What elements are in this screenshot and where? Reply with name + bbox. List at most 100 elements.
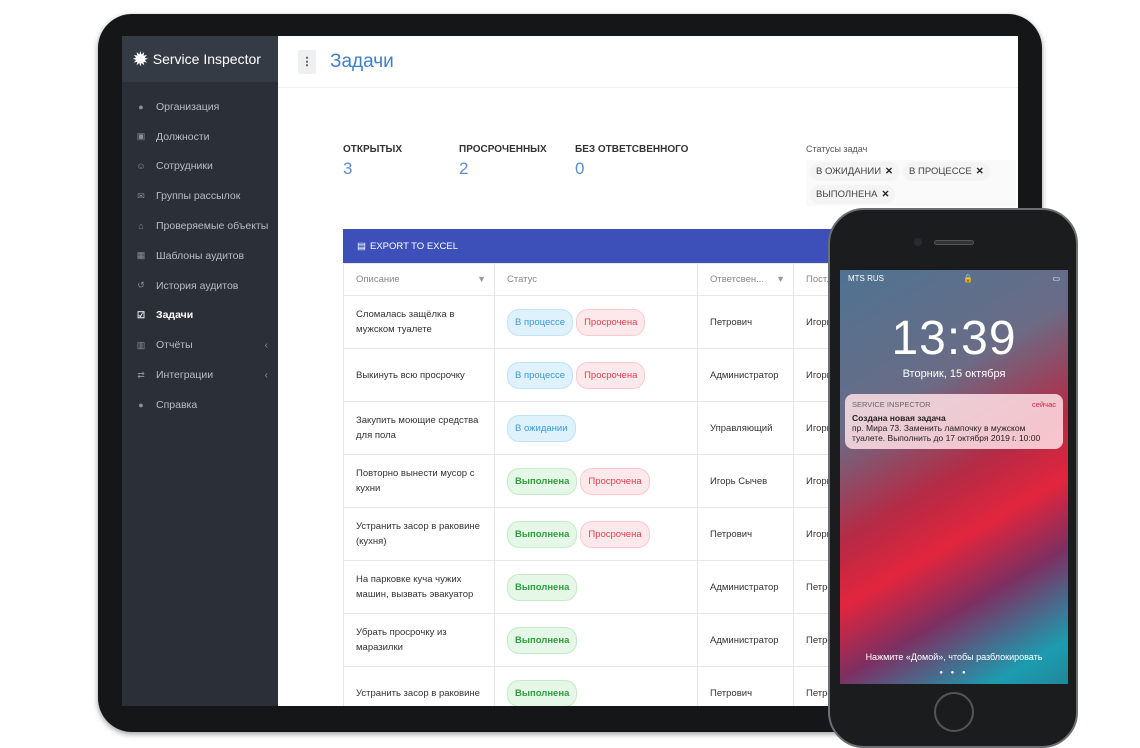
description-cell: Выкинуть всю просрочку (343, 348, 495, 402)
responsible-cell: Петрович (697, 666, 794, 706)
responsible-cell: Петрович (697, 507, 794, 561)
description-cell: На парковке куча чужих машин, вызвать эв… (343, 560, 495, 614)
status-badge: В процессе (507, 308, 574, 336)
notification-body: пр. Мира 73. Заменить лампочку в мужском… (852, 423, 1041, 443)
table-row[interactable]: Повторно вынести мусор с кухни Выполнена П… (343, 454, 884, 508)
sidebar-item-label: Организация (156, 100, 220, 113)
table-row[interactable]: Выкинуть всю просрочку В процессе Просроче… (343, 348, 884, 402)
status-chip: В ПРОЦЕССЕ ✕ (903, 162, 990, 181)
description-cell: Повторно вынести мусор с кухни (343, 454, 495, 508)
stat-value: 0 (575, 159, 585, 178)
sidebar-item-label: Шаблоны аудитов (156, 249, 245, 262)
sidebar-item[interactable]: ⇄ Интеграции ‹ (122, 360, 278, 390)
sidebar-item-label: Группы рассылок (156, 190, 241, 203)
sidebar-item[interactable]: ☑ Задачи (122, 301, 278, 331)
stat-value: 2 (459, 159, 469, 178)
carrier: MTS RUS (848, 274, 884, 283)
chip-label: ВЫПОЛНЕНА (816, 189, 878, 200)
table-row[interactable]: Сломалась защёлка в мужском туалете В про… (343, 295, 884, 349)
description-cell: Устранить засор в раковине (343, 666, 495, 706)
sidebar-item[interactable]: ⌂ Проверяемые объекты (122, 211, 278, 241)
status-badge: Выполнена (507, 626, 578, 654)
sidebar-item[interactable]: ↺ История аудитов (122, 271, 278, 301)
sidebar-item-label: Интеграции (156, 369, 214, 382)
notification[interactable]: SERVICE INSPECTOR сейчас Создана новая за… (845, 394, 1063, 449)
remove-chip-icon[interactable]: ✕ (882, 189, 890, 200)
responsible-cell: Администратор (697, 348, 794, 402)
sidebar-item[interactable]: ▦ Шаблоны аудитов (122, 241, 278, 271)
page-dots: ● ● ● (939, 670, 969, 676)
responsible-cell: Игорь Сычев (697, 454, 794, 508)
briefcase-icon: ▣ (136, 131, 146, 142)
responsible-cell: Управляющий (697, 401, 794, 455)
page-title: Задачи (330, 50, 394, 72)
topbar: ⋮ Задачи (278, 36, 1018, 88)
table-row[interactable]: На парковке куча чужих машин, вызвать эв… (343, 560, 884, 614)
sidebar-item[interactable]: ▥ Отчёты ‹ (122, 330, 278, 360)
sidebar-item-label: Сотрудники (156, 160, 213, 173)
table-toolbar: ▤ EXPORT TO EXCEL (343, 229, 883, 263)
camera (914, 238, 922, 246)
remove-chip-icon[interactable]: ✕ (976, 166, 984, 177)
status-cell: Выполнена (494, 613, 698, 667)
description-cell: Сломалась защёлка в мужском туалете (343, 295, 495, 349)
filter-icon[interactable]: ▼ (776, 274, 785, 284)
status-cell: Выполнена (494, 666, 698, 706)
status-badge: Выполнена (507, 520, 578, 548)
notification-time: сейчас (1032, 400, 1056, 409)
column-label: Описание (356, 274, 400, 285)
sidebar-item[interactable]: ▣ Должности (122, 122, 278, 152)
status-bar: MTS RUS 🔒 ▭ (840, 270, 1068, 287)
chip-label: В ОЖИДАНИИ (816, 166, 882, 177)
stat-label: БЕЗ ОТВЕТСВЕННОГО (575, 144, 689, 155)
mail-icon: ✉ (137, 190, 145, 201)
table-row[interactable]: Устранить засор в раковине (кухня) Выполн… (343, 507, 884, 561)
chevron-left-icon: ‹ (264, 339, 268, 351)
help-icon: ● (138, 399, 144, 410)
home-icon: ⌂ (138, 221, 144, 232)
responsible-cell: Петрович (697, 295, 794, 349)
responsible-cell: Администратор (697, 560, 794, 614)
sidebar-item-label: Проверяемые объекты (156, 220, 269, 233)
status-badge: Просрочена (576, 361, 646, 389)
sidebar: ✹ Service Inspector ● Организация ▣ Должност… (122, 36, 278, 706)
sidebar-item[interactable]: ☺ Сотрудники (122, 152, 278, 182)
menu-toggle-button[interactable]: ⋮ (298, 49, 316, 74)
column-header[interactable]: Описание ▼ (343, 263, 495, 296)
table-row[interactable]: Убрать просрочку из маразилки Выполнена Ад… (343, 613, 884, 667)
export-excel-button[interactable]: EXPORT TO EXCEL (370, 241, 458, 252)
battery-icon: ▭ (1052, 274, 1060, 283)
status-badge: В ожидании (507, 414, 576, 442)
sidebar-item-label: Должности (156, 130, 210, 143)
brand-name: Service Inspector (152, 51, 261, 67)
description-cell: Закупить моющие средства для пола (343, 401, 495, 455)
exchange-icon: ⇄ (137, 369, 145, 380)
remove-chip-icon[interactable]: ✕ (885, 166, 893, 177)
status-badge: В процессе (507, 361, 574, 389)
sidebar-item-label: Задачи (156, 309, 194, 322)
sidebar-item[interactable]: ✉ Группы рассылок (122, 181, 278, 211)
checkbox-icon: ☑ (136, 309, 146, 320)
stat-unassigned: БЕЗ ОТВЕТСВЕННОГО 0 (575, 144, 688, 179)
filter-icon[interactable]: ▼ (477, 274, 486, 284)
table-row[interactable]: Устранить засор в раковине Выполнена Петро… (343, 666, 884, 706)
excel-icon: ▤ (357, 240, 366, 252)
status-cell: В процессе Просрочена (494, 348, 698, 402)
status-cell: В процессе Просрочена (494, 295, 698, 349)
sidebar-item[interactable]: ● Организация (122, 92, 278, 122)
sidebar-item[interactable]: ● Справка (122, 390, 278, 420)
chip-label: В ПРОЦЕССЕ (909, 166, 972, 177)
status-badge: Просрочена (580, 467, 650, 495)
stat-open: ОТКРЫТЫХ 3 (343, 144, 402, 179)
status-filter-input[interactable]: В ОЖИДАНИИ ✕ В ПРОЦЕССЕ ✕ ВЫПОЛНЕНА ✕ (806, 160, 1016, 206)
stat-label: ОТКРЫТЫХ (343, 144, 403, 155)
status-chip: ВЫПОЛНЕНА ✕ (810, 185, 896, 204)
status-badge: Просрочена (580, 520, 650, 548)
stat-label: ПРОСРОЧЕННЫХ (459, 144, 547, 155)
column-header[interactable]: Статус (494, 263, 698, 296)
table-row[interactable]: Закупить моющие средства для пола В ожида… (343, 401, 884, 455)
column-header[interactable]: Ответсвен... ▼ (697, 263, 794, 296)
tasks-table: ▤ EXPORT TO EXCEL Описание ▼ Статус Ответсве… (343, 229, 884, 706)
home-button[interactable] (934, 692, 974, 732)
brand[interactable]: ✹ Service Inspector (122, 36, 278, 82)
